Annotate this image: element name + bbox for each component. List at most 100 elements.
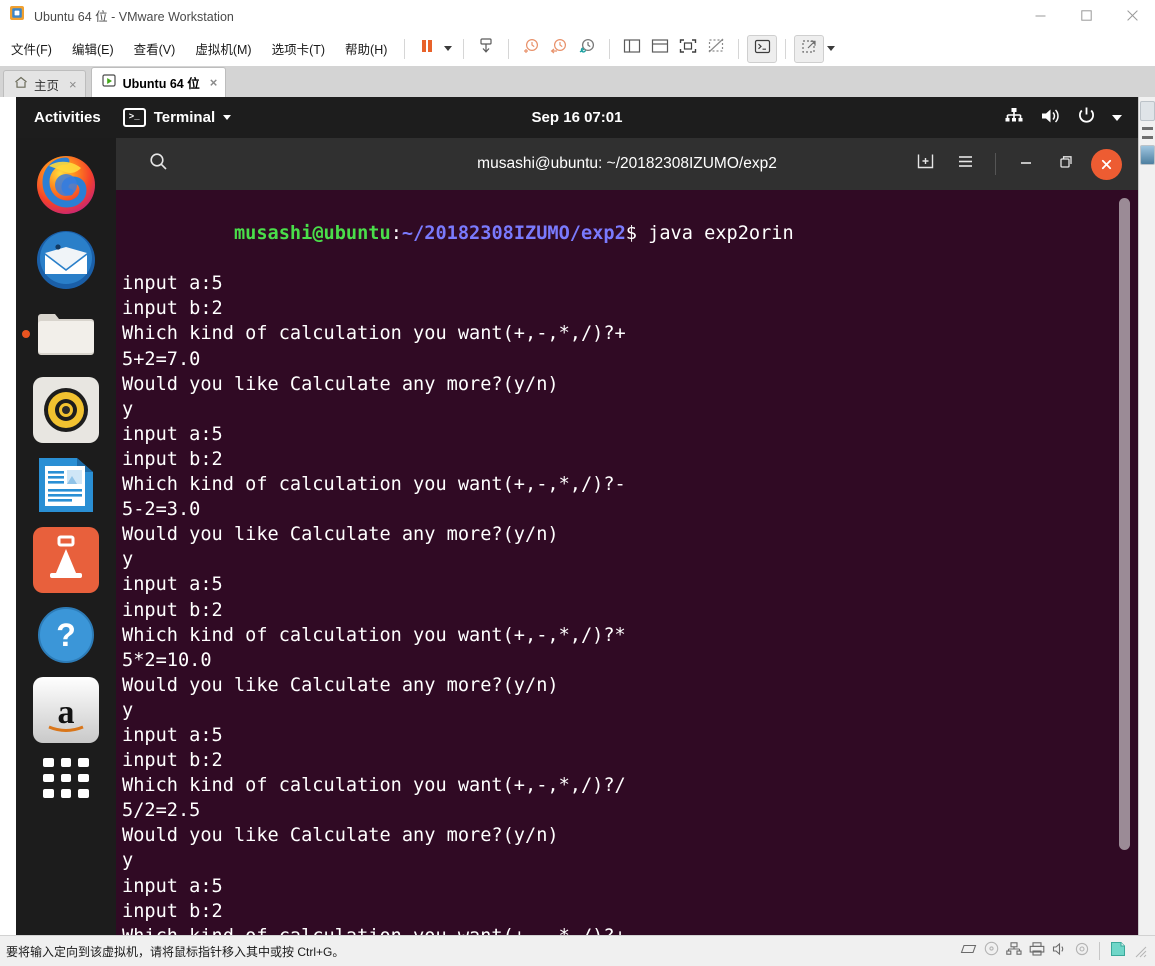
chevron-down-icon <box>223 115 232 120</box>
dock-item-thunderbird[interactable] <box>33 227 99 293</box>
terminal-line: 5+2=7.0 <box>122 348 201 370</box>
dock-item-show-applications[interactable] <box>33 752 99 810</box>
tab-ubuntu-64-close-icon[interactable]: × <box>210 75 218 90</box>
vmware-titlebar: Ubuntu 64 位 - VMware Workstation <box>0 0 1155 32</box>
terminal-line: Would you like Calculate any more?(y/n) <box>122 825 559 847</box>
vmware-window-title: Ubuntu 64 位 - VMware Workstation <box>34 10 234 24</box>
hard-disk-status-icon[interactable] <box>960 942 977 961</box>
search-button[interactable] <box>140 146 176 182</box>
ubuntu-dock: ? a <box>16 138 116 935</box>
terminal-line: 5/2=2.5 <box>122 800 201 822</box>
terminal-window[interactable]: musashi@ubuntu: ~/20182308IZUMO/exp2 mus… <box>116 138 1138 935</box>
send-ctrl-alt-del-button[interactable] <box>794 34 825 63</box>
dock-item-amazon[interactable]: a <box>33 677 99 743</box>
unity-mode-button[interactable] <box>702 36 730 62</box>
terminal-line: Would you like Calculate any more?(y/n) <box>122 674 559 696</box>
snapshot-save-button[interactable] <box>472 36 500 62</box>
menu-help[interactable]: 帮助(H) <box>336 35 396 62</box>
terminal-line: 5*2=10.0 <box>122 649 212 671</box>
printer-status-icon[interactable] <box>1029 941 1045 961</box>
menu-edit[interactable]: 编辑(E) <box>63 35 123 62</box>
toolbar-divider <box>508 38 510 59</box>
cd-dvd-status-icon[interactable] <box>984 941 999 961</box>
app-menu-label: Terminal <box>153 109 216 126</box>
screen: Ubuntu 64 位 - VMware Workstation 文件(F) 编… <box>0 0 1155 966</box>
dock-item-files[interactable] <box>22 302 99 368</box>
rail-thumbnail[interactable] <box>1140 145 1155 165</box>
show-thumbnail-bar-button[interactable] <box>646 36 674 62</box>
gnome-status-indicators[interactable] <box>1004 106 1138 129</box>
view-dropdown[interactable] <box>824 36 838 62</box>
resize-grip-icon[interactable] <box>1133 944 1147 958</box>
pause-icon <box>419 38 435 59</box>
snapshot-revert-button[interactable] <box>545 36 573 62</box>
terminal-line: input a:5 <box>122 273 223 295</box>
toolbar-divider <box>785 38 787 59</box>
tab-home[interactable]: 主页 × <box>3 70 86 97</box>
fullscreen-icon <box>679 38 697 59</box>
app-menu-terminal[interactable]: >_ Terminal <box>113 108 241 127</box>
hamburger-menu-button[interactable] <box>947 146 983 182</box>
svg-text:?: ? <box>56 617 76 653</box>
vmware-maximize-button[interactable] <box>1063 0 1109 31</box>
vmware-minimize-button[interactable] <box>1017 0 1063 31</box>
help-question-icon: ? <box>33 602 99 668</box>
vm-library-rail[interactable] <box>1138 97 1155 935</box>
vmware-window-buttons <box>1017 0 1155 31</box>
terminal-scrollbar[interactable] <box>1119 198 1130 864</box>
usb-status-icon[interactable] <box>1075 942 1089 961</box>
power-dropdown[interactable] <box>441 36 455 62</box>
tab-ubuntu-64[interactable]: Ubuntu 64 位 × <box>90 67 227 97</box>
terminal-output-area[interactable]: musashi@ubuntu:~/20182308IZUMO/exp2$ jav… <box>116 190 1138 935</box>
menu-vm[interactable]: 虚拟机(M) <box>186 35 260 62</box>
terminal-line: input a:5 <box>122 724 223 746</box>
network-status-icon[interactable] <box>1006 941 1022 961</box>
terminal-line: Which kind of calculation you want(+,-,*… <box>122 323 626 345</box>
power-indicator-icon <box>1077 106 1096 129</box>
menu-tabs[interactable]: 选项卡(T) <box>263 35 334 62</box>
close-icon <box>1090 148 1122 180</box>
vmware-close-button[interactable] <box>1109 0 1155 31</box>
terminal-close-button[interactable] <box>1088 146 1124 182</box>
dock-item-ubuntu-software[interactable] <box>33 527 99 593</box>
prompt-command: $ java exp2orin <box>625 223 794 245</box>
new-tab-button[interactable] <box>907 146 943 182</box>
fullscreen-button[interactable] <box>674 36 702 62</box>
clock-back-icon <box>550 37 568 60</box>
dock-item-firefox[interactable] <box>33 152 99 218</box>
terminal-line: y <box>122 699 134 721</box>
vmware-logo-icon <box>9 5 25 26</box>
terminal-minimize-button[interactable] <box>1008 146 1044 182</box>
terminal-maximize-button[interactable] <box>1048 146 1084 182</box>
terminal-line: input b:2 <box>122 298 223 320</box>
dock-item-rhythmbox[interactable] <box>33 377 99 443</box>
dock-item-libreoffice-writer[interactable] <box>33 452 99 518</box>
suspend-button[interactable] <box>413 36 441 62</box>
amazon-icon: a <box>33 677 99 743</box>
menu-view[interactable]: 查看(V) <box>125 35 185 62</box>
snapshot-take-button[interactable] <box>517 36 545 62</box>
terminal-scrollbar-thumb[interactable] <box>1119 198 1130 850</box>
terminal-line: Which kind of calculation you want(+,-,*… <box>122 775 626 797</box>
terminal-line: input b:2 <box>122 448 223 470</box>
chevron-down-icon <box>444 46 453 51</box>
show-library-button[interactable] <box>618 36 646 62</box>
terminal-header-right <box>907 146 1138 182</box>
prompt-user-host: musashi@ubuntu <box>233 223 391 245</box>
console-view-button[interactable] <box>747 34 778 63</box>
clock-plus-icon <box>522 37 540 60</box>
snapshot-icon <box>477 37 495 60</box>
guest-screen[interactable]: Activities >_ Terminal Sep 16 07:01 ? a … <box>16 97 1138 935</box>
snapshot-manager-button[interactable] <box>573 36 601 62</box>
activities-button[interactable]: Activities <box>16 109 113 126</box>
terminal-icon: >_ <box>122 108 146 127</box>
tab-home-close-icon[interactable]: × <box>69 77 77 92</box>
rail-thumbnail[interactable] <box>1140 101 1155 121</box>
prompt-colon: : <box>390 223 402 245</box>
menu-file[interactable]: 文件(F) <box>2 35 61 62</box>
terminal-line: y <box>122 398 134 420</box>
shared-folder-status-icon[interactable] <box>1110 941 1126 962</box>
dock-item-help[interactable]: ? <box>33 602 99 668</box>
sound-status-icon[interactable] <box>1052 942 1068 961</box>
terminal-line: Which kind of calculation you want(+,-,*… <box>122 624 626 646</box>
